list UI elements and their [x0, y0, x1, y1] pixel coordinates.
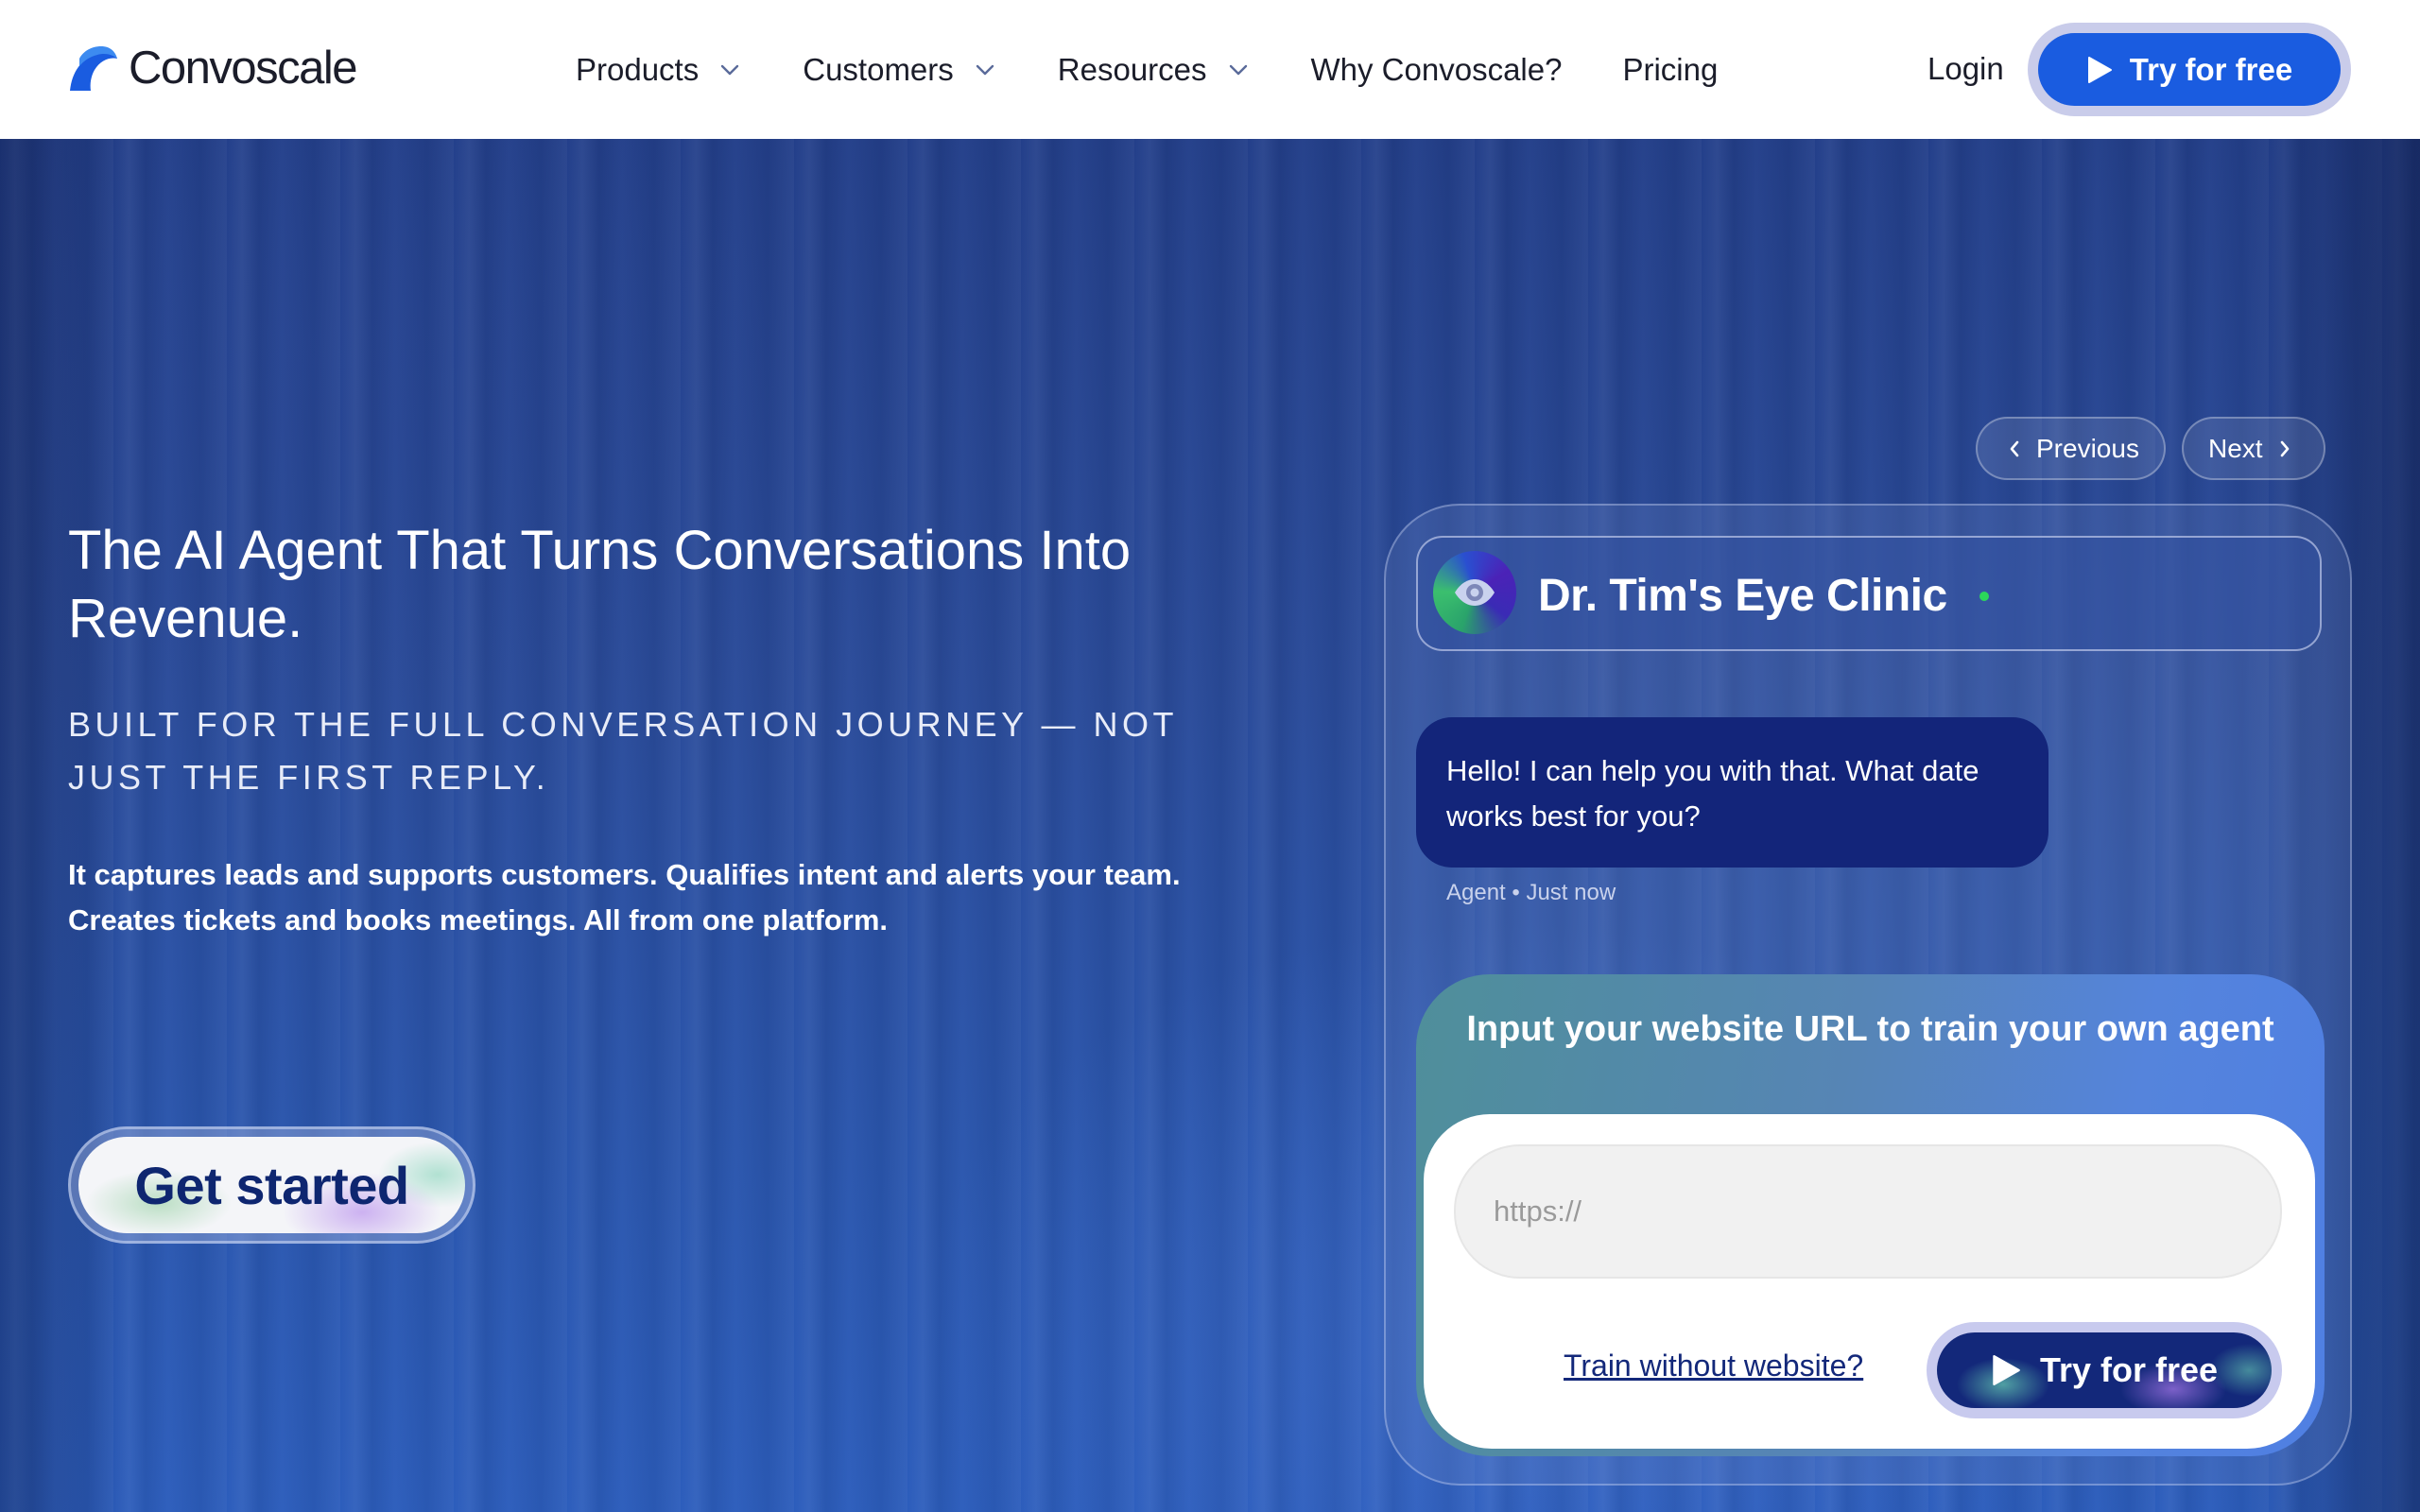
nav-item-label: Customers — [803, 51, 954, 87]
hero-section: The AI Agent That Turns Conversations In… — [0, 139, 2420, 1512]
chevron-down-icon — [1229, 64, 1247, 75]
main-nav: Products Customers Resources Why Convosc… — [576, 0, 1718, 139]
convoscale-logo-icon — [70, 46, 117, 91]
train-agent-title: Input your website URL to train your own… — [1466, 1009, 2274, 1049]
play-icon — [1993, 1355, 2020, 1385]
nav-try-free-button[interactable]: Try for free — [2038, 33, 2341, 106]
agent-message-bubble: Hello! I can help you with that. What da… — [1416, 717, 2048, 868]
nav-item-resources[interactable]: Resources — [1058, 52, 1249, 88]
card-try-free-button[interactable]: Try for free — [1937, 1332, 2272, 1408]
train-agent-form: Train without website? Try for free — [1424, 1114, 2315, 1449]
eye-icon — [1455, 579, 1495, 606]
chevron-down-icon — [976, 64, 994, 75]
chat-demo-panel: Dr. Tim's Eye Clinic Hello! I can help y… — [1384, 504, 2352, 1486]
chevron-right-icon — [2280, 440, 2289, 456]
nav-item-label: Products — [576, 51, 700, 87]
top-navbar: Convoscale Products Customers Resources … — [0, 0, 2420, 139]
train-without-website-link[interactable]: Train without website? — [1564, 1349, 1863, 1383]
train-agent-card: Input your website URL to train your own… — [1416, 974, 2325, 1456]
next-button[interactable]: Next — [2182, 417, 2325, 480]
play-icon — [2087, 56, 2112, 83]
get-started-button[interactable]: Get started — [78, 1137, 465, 1233]
chevron-left-icon — [2010, 440, 2019, 456]
chat-header: Dr. Tim's Eye Clinic — [1416, 536, 2322, 651]
nav-item-products[interactable]: Products — [576, 52, 740, 88]
message-meta: Agent • Just now — [1446, 880, 1616, 905]
nav-item-label: Pricing — [1622, 51, 1719, 87]
nav-item-why-convoscale[interactable]: Why Convoscale? — [1311, 52, 1563, 88]
nav-item-label: Resources — [1057, 51, 1207, 87]
chevron-down-icon — [721, 64, 739, 75]
nav-item-label: Why Convoscale? — [1310, 51, 1563, 87]
card-try-free-label: Try for free — [2039, 1350, 2219, 1389]
next-label: Next — [2208, 433, 2263, 463]
clinic-avatar — [1433, 551, 1516, 634]
clinic-name: Dr. Tim's Eye Clinic — [1538, 571, 1947, 621]
website-url-input[interactable] — [1454, 1144, 2282, 1279]
hero-headline: The AI Agent That Turns Conversations In… — [68, 520, 1132, 649]
nav-item-pricing[interactable]: Pricing — [1622, 52, 1718, 88]
previous-button[interactable]: Previous — [1976, 417, 2166, 480]
card-try-free-button-frame: Try for free — [1927, 1322, 2282, 1418]
nav-try-free-button-frame: Try for free — [2028, 23, 2351, 116]
online-status-dot — [1979, 592, 1989, 601]
nav-try-free-label: Try for free — [2129, 51, 2293, 87]
brand-name: Convoscale — [129, 43, 358, 94]
previous-label: Previous — [2036, 433, 2139, 463]
hero-subhead: BUILT FOR THE FULL CONVERSATION JOURNEY … — [68, 705, 1178, 797]
brand-logo-link[interactable]: Convoscale — [66, 42, 358, 94]
login-link[interactable]: Login — [1927, 49, 2004, 89]
get-started-button-frame: Get started — [68, 1126, 475, 1244]
hero-description: It captures leads and supports customers… — [68, 858, 1181, 936]
nav-item-customers[interactable]: Customers — [803, 52, 995, 88]
